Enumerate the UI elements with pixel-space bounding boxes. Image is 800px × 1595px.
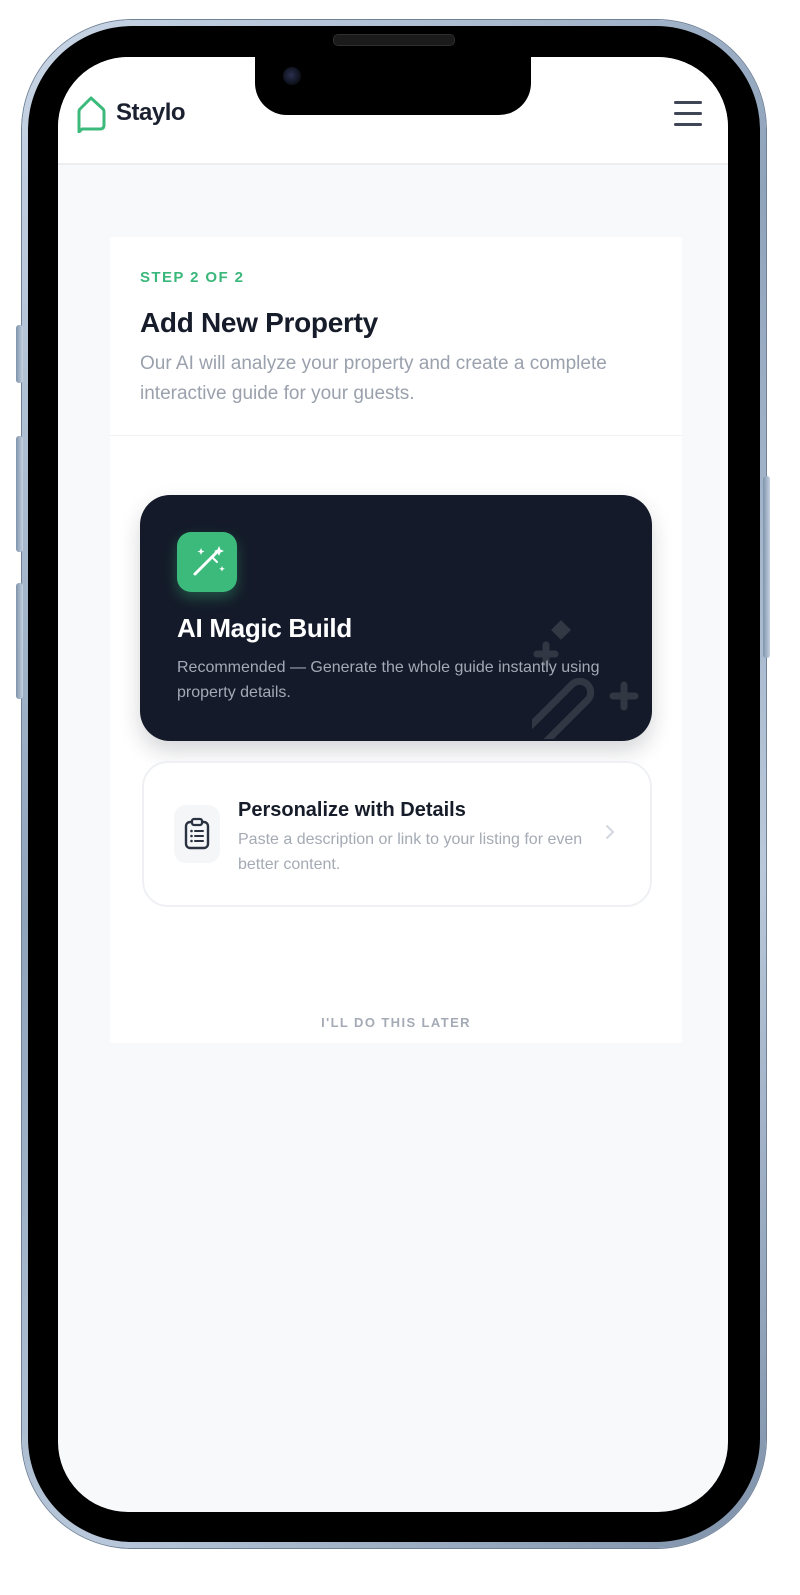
brand-name: Staylo [116, 99, 186, 126]
clipboard-list-icon [174, 805, 220, 863]
earpiece-speaker [333, 34, 455, 46]
chevron-right-icon [606, 825, 614, 839]
hamburger-menu-icon[interactable] [672, 99, 704, 129]
personalize-details-description: Paste a description or link to your list… [238, 831, 583, 873]
magic-wand-icon [177, 532, 237, 592]
page-title: Add New Property [140, 307, 378, 338]
personalize-details-option[interactable]: Personalize with Details Paste a descrip… [142, 761, 652, 907]
silent-switch [16, 325, 23, 383]
add-property-card: STEP 2 OF 2 Add New Property Our AI will… [110, 237, 682, 1043]
power-button [763, 476, 770, 658]
front-camera [283, 67, 301, 85]
ai-magic-build-title: AI Magic Build [177, 613, 352, 643]
notch [255, 57, 531, 115]
volume-down-button [16, 583, 23, 699]
ai-magic-build-option[interactable]: AI Magic Build Recommended — Generate th… [140, 495, 652, 741]
ai-magic-build-description: Recommended — Generate the whole guide i… [177, 659, 600, 701]
phone-screen: Staylo STEP 2 OF 2 Add New Property Our … [58, 57, 728, 1512]
volume-up-button [16, 436, 23, 552]
divider [110, 435, 682, 436]
do-this-later-link[interactable]: I'LL DO THIS LATER [110, 1015, 682, 1030]
step-indicator: STEP 2 OF 2 [140, 269, 245, 286]
personalize-details-title: Personalize with Details [238, 799, 466, 821]
house-logo-icon [77, 96, 106, 133]
page-subtitle: Our AI will analyze your property and cr… [140, 353, 607, 404]
